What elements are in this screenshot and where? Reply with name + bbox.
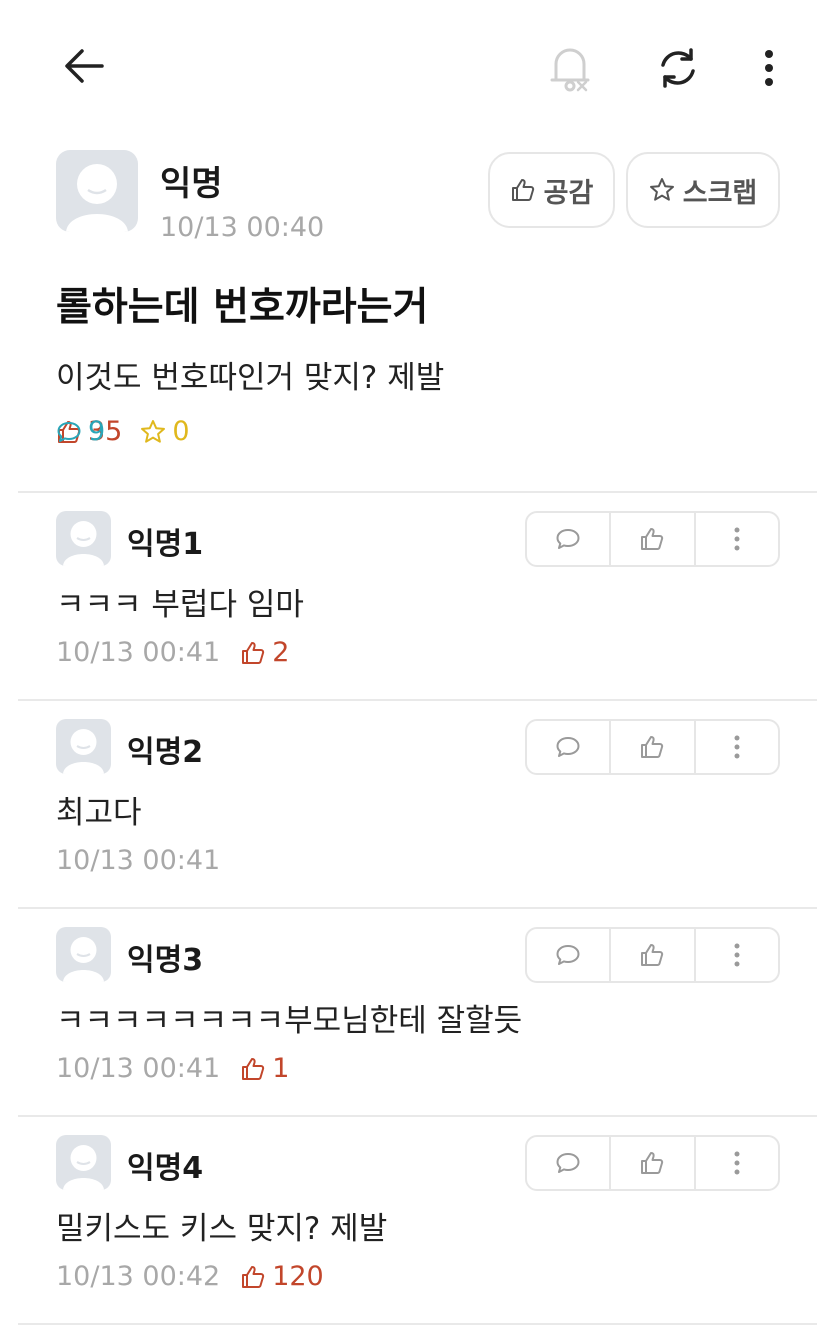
comment-timestamp: 10/13 00:41 [56,637,221,668]
comment-like-button[interactable] [609,1137,693,1189]
default-avatar-icon [63,729,104,774]
comment-like-button[interactable] [609,513,693,565]
comment-like-count: 1 [240,1053,289,1084]
comment-meta: 10/13 00:41 [56,845,220,876]
comment-meta: 10/13 00:41 1 [56,1053,289,1084]
comment-meta: 10/13 00:41 2 [56,637,289,668]
divider [18,491,817,493]
thumbs-up-icon [641,1152,664,1174]
comment-item: 익명3 ㅋㅋㅋㅋㅋㅋㅋㅋ부모님한테 잘할듯 10/13 00:41 1 [0,907,835,1115]
more-vertical-icon [734,527,740,551]
comment-item: 익명2 최고다 10/13 00:41 [0,699,835,907]
star-icon [649,178,674,201]
comment-like-value: 2 [272,637,290,668]
bell-off-icon [550,48,590,92]
notification-off-button[interactable] [540,38,600,98]
back-arrow-icon [65,49,104,83]
reply-button[interactable] [527,513,609,565]
comment-like-count: 2 [240,637,289,668]
comment-count-value: 9 [88,416,106,447]
comment-item: 익명1 ㅋㅋㅋ 부럽다 임마 10/13 00:41 2 [0,491,835,699]
default-avatar-icon [66,164,128,232]
comment-meta: 10/13 00:42 120 [56,1261,324,1292]
comment-like-value: 1 [272,1053,290,1084]
avatar [56,927,111,982]
divider [18,907,817,909]
refresh-icon [661,48,695,88]
back-button[interactable] [54,40,114,92]
speech-bubble-icon [556,529,580,549]
avatar [56,150,138,232]
thumbs-up-icon [641,944,664,966]
like-button-label: 공감 [543,177,594,209]
comment-text: 최고다 [56,795,142,831]
comment-actions [525,927,780,983]
default-avatar-icon [63,1145,104,1190]
comment-author: 익명2 [127,735,204,770]
comment-more-button[interactable] [693,1137,778,1189]
post-timestamp: 10/13 00:40 [160,212,325,243]
reply-button[interactable] [527,1137,609,1189]
thumbs-up-icon [242,1057,265,1080]
thumbs-up-icon [511,179,534,201]
thumbs-up-icon [242,1265,265,1288]
more-vertical-icon [734,1151,740,1175]
comment-like-button[interactable] [609,721,693,773]
comment-more-button[interactable] [693,513,778,565]
comment-like-count: 120 [240,1261,324,1292]
avatar [56,1135,111,1190]
comment-author: 익명4 [127,1151,204,1186]
comment-text: ㅋㅋㅋ 부럽다 임마 [56,587,304,623]
comment-actions [525,1135,780,1191]
thumbs-up-icon [641,736,664,758]
comment-text: 밀키스도 키스 맞지? 제발 [56,1211,388,1247]
like-button[interactable]: 공감 [488,152,615,228]
scrap-button[interactable]: 스크랩 [626,152,780,228]
thumbs-up-icon [242,641,265,664]
comment-item: 익명4 밀키스도 키스 맞지? 제발 10/13 00:42 120 [0,1115,835,1323]
top-bar [0,0,835,130]
post-author: 익명 [160,164,223,204]
speech-bubble-icon [556,1153,580,1173]
comment-timestamp: 10/13 00:42 [56,1261,221,1292]
comment-more-button[interactable] [693,929,778,981]
comment-timestamp: 10/13 00:41 [56,1053,221,1084]
speech-bubble-icon [556,737,580,757]
more-vertical-icon [734,943,740,967]
thumbs-up-icon [641,528,664,550]
more-options-button[interactable] [745,38,793,98]
comment-actions [525,719,780,775]
divider [18,1115,817,1117]
divider [18,1323,817,1325]
speech-bubble-icon [57,421,81,442]
speech-bubble-icon [556,945,580,965]
refresh-button[interactable] [648,38,708,98]
avatar [56,719,111,774]
post: 익명 10/13 00:40 공감 스크랩 롤하는데 번호까라는거 이것도 번호… [0,130,835,492]
comment-timestamp: 10/13 00:41 [56,845,221,876]
avatar [56,511,111,566]
comment-more-button[interactable] [693,721,778,773]
reply-button[interactable] [527,721,609,773]
default-avatar-icon [63,521,104,566]
comment-like-button[interactable] [609,929,693,981]
divider [18,699,817,701]
post-stats: 35 9 0 [56,416,208,447]
more-vertical-icon [765,50,773,86]
comment-text: ㅋㅋㅋㅋㅋㅋㅋㅋ부모님한테 잘할듯 [56,1003,523,1039]
scrap-button-label: 스크랩 [682,177,758,209]
comment-author: 익명1 [127,527,204,562]
reply-button[interactable] [527,929,609,981]
comment-author: 익명3 [127,943,204,978]
post-title: 롤하는데 번호까라는거 [56,285,429,330]
comment-like-value: 120 [272,1261,324,1292]
default-avatar-icon [63,937,104,982]
more-vertical-icon [734,735,740,759]
comment-actions [525,511,780,567]
